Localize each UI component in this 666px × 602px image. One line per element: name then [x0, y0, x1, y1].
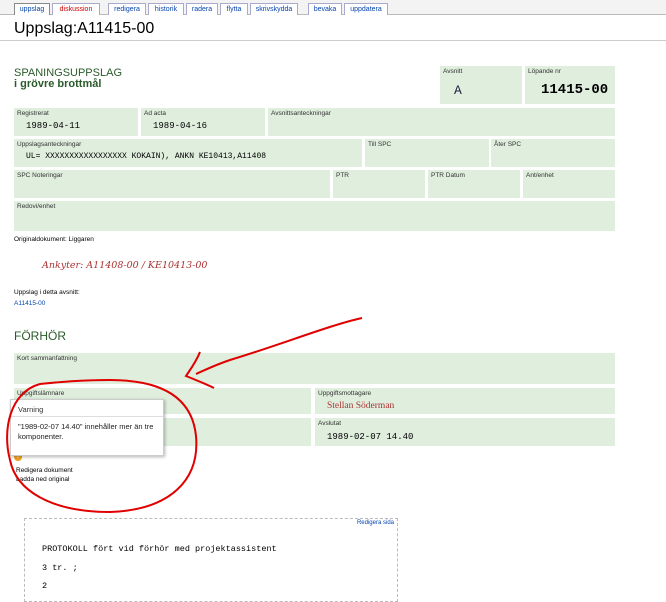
red-arrow-shaft: [195, 317, 363, 375]
red-annotation-overlay: [6, 317, 363, 514]
red-arrow-head: [184, 351, 215, 389]
red-circle-stroke: [6, 378, 198, 514]
